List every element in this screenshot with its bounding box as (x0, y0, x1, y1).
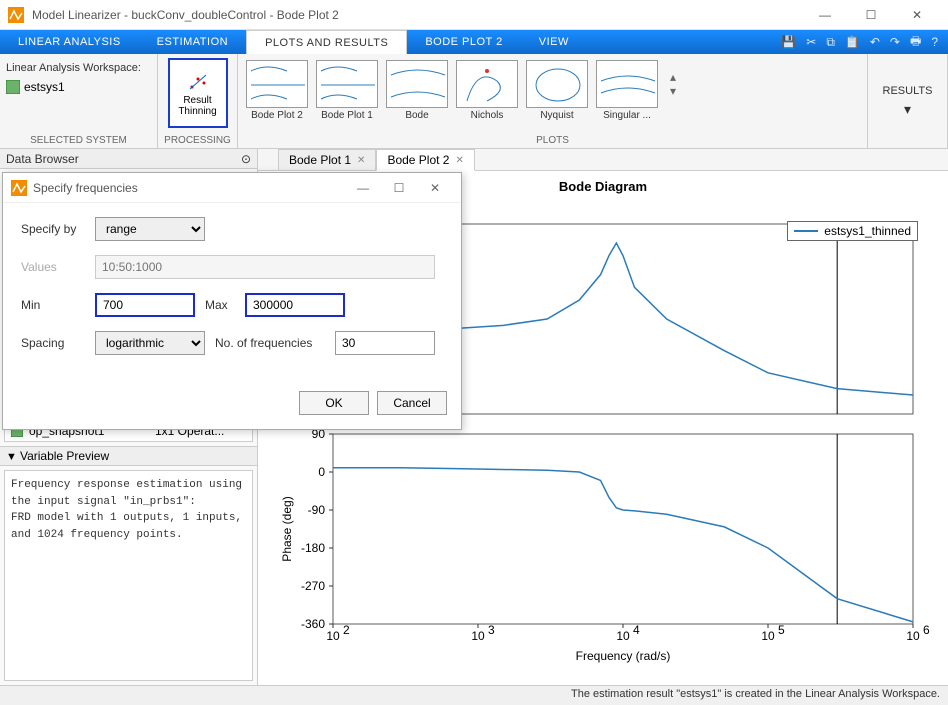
svg-text:0: 0 (318, 465, 325, 479)
app-icon (8, 7, 24, 23)
tab-estimation[interactable]: ESTIMATION (139, 30, 246, 54)
plot-card[interactable]: Nyquist (524, 60, 590, 121)
min-label: Min (21, 298, 85, 312)
thinning-icon (186, 69, 210, 93)
plot-card[interactable]: Singular ... (594, 60, 660, 121)
specify-frequencies-dialog: Specify frequencies — ☐ ✕ Specify by ran… (2, 172, 462, 430)
max-input[interactable] (245, 293, 345, 317)
minimize-button[interactable]: — (802, 0, 848, 30)
specify-by-label: Specify by (21, 222, 85, 236)
document-tabs: Bode Plot 1✕ Bode Plot 2✕ (258, 149, 948, 171)
plot-card[interactable]: Bode Plot 2 (244, 60, 310, 121)
results-label[interactable]: RESULTS (883, 85, 933, 97)
svg-text:10: 10 (616, 629, 630, 643)
tab-plots-and-results[interactable]: PLOTS AND RESULTS (246, 30, 407, 54)
dialog-title: Specify frequencies (33, 181, 345, 195)
close-button[interactable]: ✕ (894, 0, 940, 30)
svg-text:10: 10 (326, 629, 340, 643)
close-tab-icon[interactable]: ✕ (357, 155, 365, 166)
doc-tab-bode-plot-2[interactable]: Bode Plot 2✕ (376, 149, 474, 171)
chart-legend: estsys1_thinned (787, 221, 918, 241)
plot-gallery-more[interactable]: ▴▾ (664, 60, 682, 108)
dialog-maximize-button[interactable]: ☐ (381, 181, 417, 195)
save-icon[interactable]: 💾 (781, 35, 796, 49)
ribbon-tab-strip: LINEAR ANALYSIS ESTIMATION PLOTS AND RES… (0, 30, 948, 54)
values-label: Values (21, 260, 85, 274)
system-icon (6, 80, 20, 94)
svg-text:6: 6 (923, 623, 930, 637)
svg-text:10: 10 (906, 629, 920, 643)
ribbon-group-selected-system: Linear Analysis Workspace: estsys1 SELEC… (0, 54, 158, 148)
svg-text:10: 10 (761, 629, 775, 643)
cancel-button[interactable]: Cancel (377, 391, 447, 415)
svg-text:4: 4 (633, 623, 640, 637)
min-input[interactable] (95, 293, 195, 317)
variable-preview-body: Frequency response estimation using the … (4, 470, 253, 681)
help-icon[interactable]: ? (931, 35, 938, 49)
print-icon[interactable]: 🖶 (910, 32, 921, 53)
selected-system-value[interactable]: estsys1 (24, 80, 65, 94)
undo-icon[interactable]: ↶ (870, 35, 880, 49)
svg-text:10: 10 (471, 629, 485, 643)
ribbon-group-processing: Result Thinning PROCESSING (158, 54, 238, 148)
variable-preview-header: ▼ Variable Preview (0, 446, 257, 466)
svg-text:3: 3 (488, 623, 495, 637)
close-tab-icon[interactable]: ✕ (455, 155, 463, 166)
cut-icon[interactable]: ✂ (806, 35, 816, 49)
svg-text:2: 2 (343, 623, 350, 637)
tab-linear-analysis[interactable]: LINEAR ANALYSIS (0, 30, 139, 54)
status-bar: The estimation result "estsys1" is creat… (0, 685, 948, 705)
group-label-selected-system: SELECTED SYSTEM (0, 135, 157, 146)
dialog-icon (11, 180, 27, 196)
selected-system-label: Linear Analysis Workspace: (6, 62, 151, 74)
plot-card[interactable]: Bode (384, 60, 450, 121)
paste-icon[interactable]: 📋 (845, 35, 860, 49)
title-bar: Model Linearizer - buckConv_doubleContro… (0, 0, 948, 30)
data-browser-header: Data Browser ⊙ (0, 149, 257, 169)
svg-text:Frequency (rad/s): Frequency (rad/s) (576, 649, 671, 663)
svg-text:-180: -180 (301, 541, 325, 555)
tab-view[interactable]: VIEW (521, 30, 587, 54)
doc-tab-bode-plot-1[interactable]: Bode Plot 1✕ (278, 149, 376, 171)
data-browser-options-icon[interactable]: ⊙ (241, 152, 251, 166)
specify-by-select[interactable]: range (95, 217, 205, 241)
quick-access-toolbar: 💾 ✂ ⧉ 📋 ↶ ↷ 🖶 ? (771, 30, 948, 54)
tab-bode-plot-2[interactable]: BODE PLOT 2 (407, 30, 520, 54)
dialog-close-button[interactable]: ✕ (417, 181, 453, 195)
spacing-select[interactable]: logarithmic (95, 331, 205, 355)
svg-text:-90: -90 (308, 503, 326, 517)
svg-text:5: 5 (778, 623, 785, 637)
results-dropdown-icon[interactable]: ▾ (904, 101, 911, 118)
dialog-minimize-button[interactable]: — (345, 181, 381, 195)
nfreq-input[interactable] (335, 331, 435, 355)
window-title: Model Linearizer - buckConv_doubleContro… (32, 8, 802, 22)
maximize-button[interactable]: ☐ (848, 0, 894, 30)
svg-text:Phase (deg): Phase (deg) (280, 496, 294, 561)
plot-card[interactable]: Bode Plot 1 (314, 60, 380, 121)
ok-button[interactable]: OK (299, 391, 369, 415)
spacing-label: Spacing (21, 336, 85, 350)
svg-text:-360: -360 (301, 617, 325, 631)
redo-icon[interactable]: ↷ (890, 35, 900, 49)
svg-text:-270: -270 (301, 579, 325, 593)
values-input (95, 255, 435, 279)
max-label: Max (205, 298, 235, 312)
group-label-processing: PROCESSING (158, 135, 237, 146)
ribbon-body: Linear Analysis Workspace: estsys1 SELEC… (0, 54, 948, 149)
group-label-plots: PLOTS (238, 135, 867, 146)
nfreq-label: No. of frequencies (215, 336, 325, 350)
copy-icon[interactable]: ⧉ (826, 35, 835, 50)
ribbon-group-results: RESULTS ▾ (868, 54, 948, 148)
ribbon-group-plots: Bode Plot 2Bode Plot 1BodeNicholsNyquist… (238, 54, 868, 148)
result-thinning-button[interactable]: Result Thinning (168, 58, 228, 128)
plot-card[interactable]: Nichols (454, 60, 520, 121)
